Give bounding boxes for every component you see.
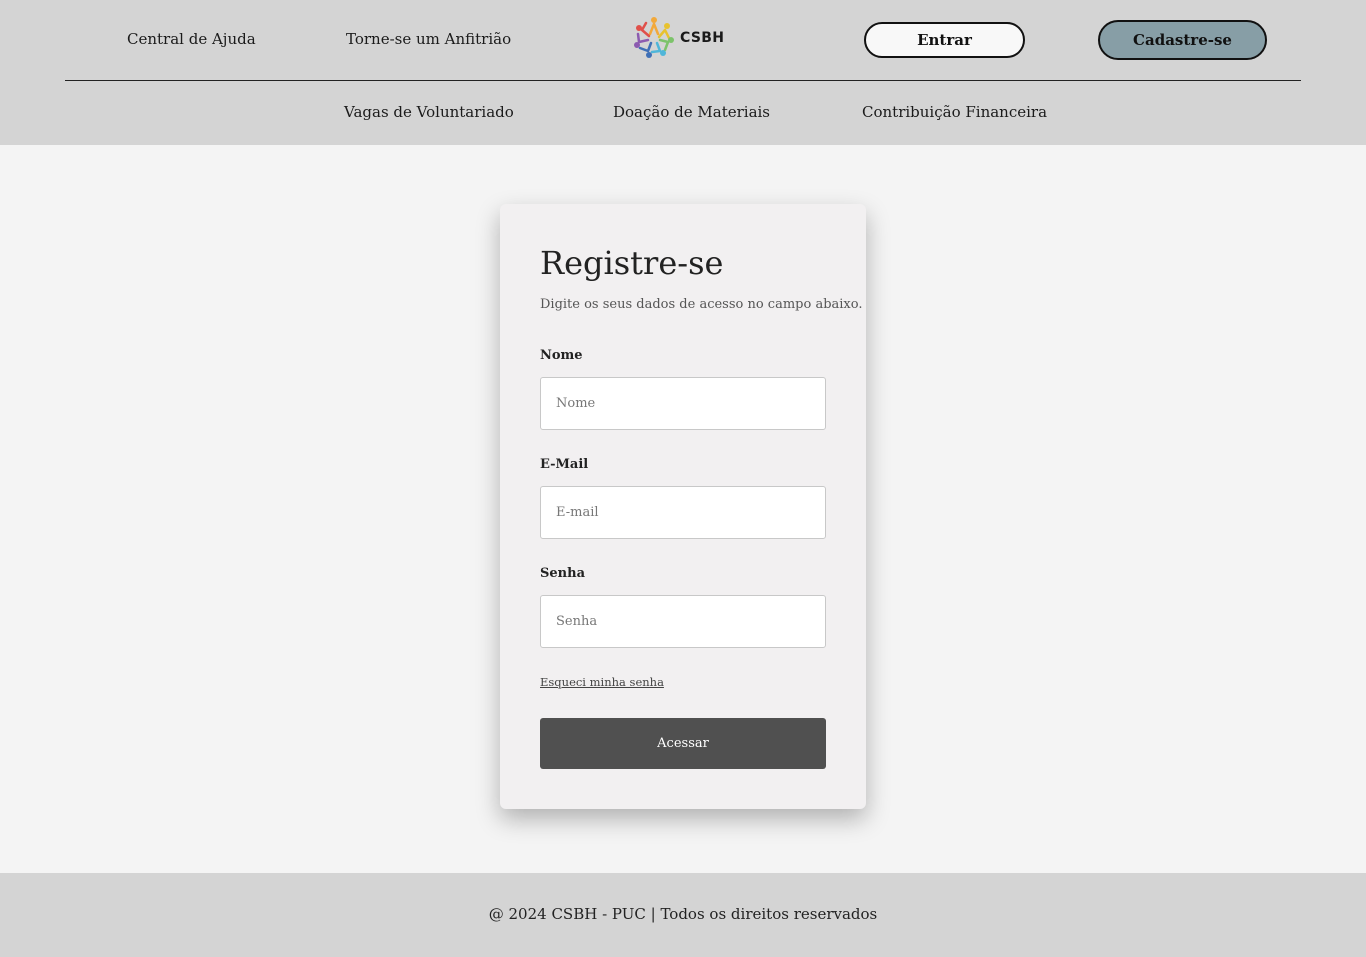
forgot-password-link[interactable]: Esqueci minha senha bbox=[540, 675, 664, 689]
password-input[interactable] bbox=[540, 595, 826, 648]
form-subtitle: Digite os seus dados de acesso no campo … bbox=[540, 297, 863, 312]
nav-link-become-host[interactable]: Torne-se um Anfitrião bbox=[346, 30, 511, 48]
login-button[interactable]: Entrar bbox=[864, 22, 1025, 58]
submit-button[interactable]: Acessar bbox=[540, 718, 826, 769]
nav-link-material-donation[interactable]: Doação de Materiais bbox=[613, 103, 770, 121]
nav-link-volunteer-jobs[interactable]: Vagas de Voluntariado bbox=[344, 103, 514, 121]
footer-copyright: @ 2024 CSBH - PUC | Todos os direitos re… bbox=[488, 905, 878, 923]
logo[interactable]: CSBH bbox=[632, 16, 724, 60]
password-label: Senha bbox=[540, 566, 585, 581]
signup-button[interactable]: Cadastre-se bbox=[1098, 20, 1267, 60]
site-footer: @ 2024 CSBH - PUC | Todos os direitos re… bbox=[0, 873, 1366, 957]
top-nav: Central de Ajuda Torne-se um Anfitrião C… bbox=[0, 0, 1366, 80]
site-header: Central de Ajuda Torne-se um Anfitrião C… bbox=[0, 0, 1366, 145]
register-card: Registre-se Digite os seus dados de aces… bbox=[500, 204, 866, 809]
logo-text: CSBH bbox=[680, 30, 725, 46]
name-label: Nome bbox=[540, 348, 583, 363]
nav-link-help-center[interactable]: Central de Ajuda bbox=[127, 30, 256, 48]
page-title: Registre-se bbox=[540, 244, 724, 282]
header-divider bbox=[65, 80, 1301, 81]
people-circle-logo-icon bbox=[634, 17, 674, 58]
nav-link-financial-contribution[interactable]: Contribuição Financeira bbox=[862, 103, 1047, 121]
email-label: E-Mail bbox=[540, 457, 589, 472]
email-input[interactable] bbox=[540, 486, 826, 539]
name-input[interactable] bbox=[540, 377, 826, 430]
